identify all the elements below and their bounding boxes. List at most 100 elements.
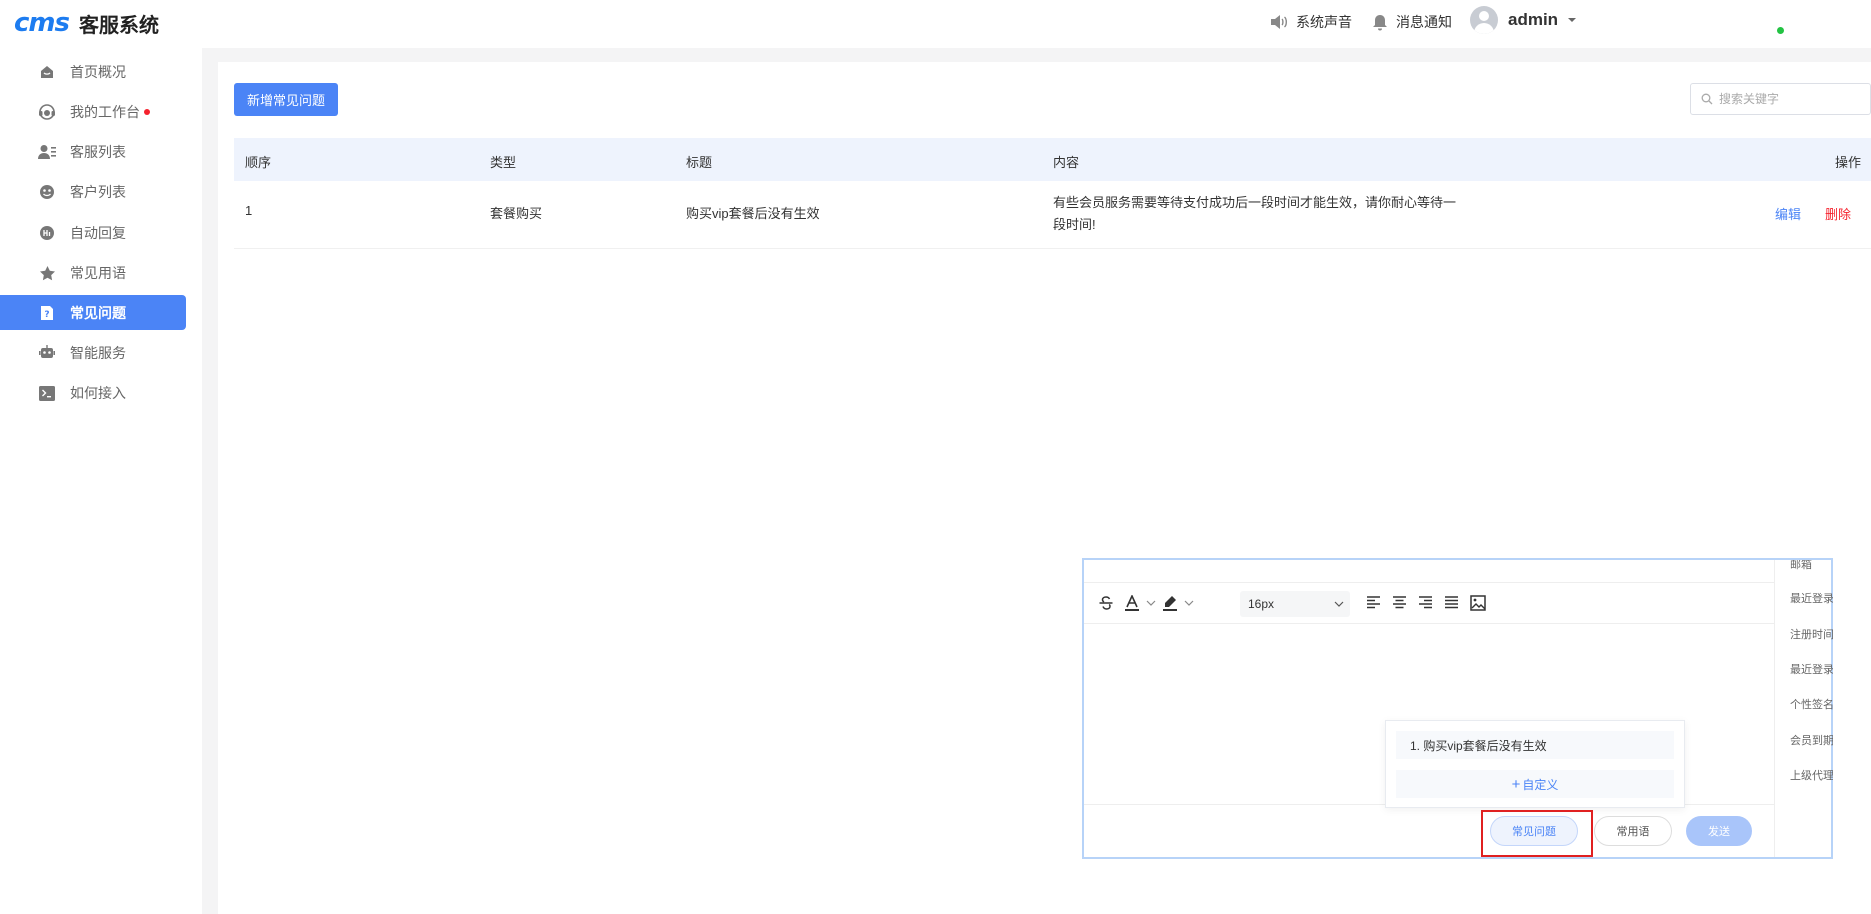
align-right-icon: [1419, 596, 1432, 609]
search-icon: [1701, 93, 1713, 105]
sidebar-item-label: 首页概况: [70, 64, 126, 80]
strikethrough-button[interactable]: [1098, 595, 1114, 611]
sidebar-item-common-phrases[interactable]: 常见用语: [0, 252, 186, 294]
chevron-down-icon: [1146, 600, 1156, 606]
info-label: 最近登录: [1790, 593, 1833, 605]
svg-text:?: ?: [44, 310, 49, 320]
top-header: cms 客服系统 系统声音 消息通知 admin: [0, 0, 1871, 48]
highlight-annotation: [1481, 810, 1593, 857]
cell-content: 有些会员服务需要等待支付成功后一段时间才能生效，请你耐心等待一段时间!: [1053, 195, 1457, 232]
font-size-select[interactable]: 16px: [1240, 591, 1350, 617]
column-header-actions: 操作: [1835, 155, 1862, 170]
sidebar-item-agent-list[interactable]: 客服列表: [0, 131, 186, 173]
align-center-button[interactable]: [1392, 595, 1407, 609]
sidebar-item-workbench[interactable]: 我的工作台: [0, 91, 186, 133]
question-icon: ?: [38, 304, 56, 322]
table-row: 1 套餐购买 购买vip套餐后没有生效 有些会员服务需要等待支付成功后一段时间才…: [234, 181, 1871, 249]
cell-type: 套餐购买: [490, 206, 543, 221]
add-faq-button[interactable]: 新增常见问题: [234, 83, 338, 116]
info-label: 会员到期: [1790, 735, 1833, 747]
search-box[interactable]: [1690, 83, 1871, 115]
insert-image-button[interactable]: [1470, 595, 1486, 611]
info-label: 上级代理: [1790, 770, 1833, 782]
chat-editor-panel: 16px 邮箱 最近登录 注册时间 最近登录 个性签名 会员到期 上级代理 常见…: [1082, 558, 1833, 859]
sidebar-item-how-to-integrate[interactable]: 如何接入: [0, 372, 186, 414]
font-color-icon: [1125, 595, 1139, 611]
highlight-color-button[interactable]: [1162, 595, 1194, 611]
sidebar-item-home[interactable]: 首页概况: [0, 51, 186, 93]
delete-link[interactable]: 删除: [1825, 204, 1851, 223]
user-name: admin: [1508, 10, 1559, 29]
sidebar-item-smart-service[interactable]: 智能服务: [0, 332, 186, 374]
notification-label: 消息通知: [1396, 14, 1452, 30]
notification-button[interactable]: 消息通知: [1372, 12, 1452, 32]
star-icon: [38, 264, 56, 282]
customer-icon: [38, 183, 56, 201]
sidebar-item-label: 客户列表: [70, 184, 126, 200]
column-header-order: 顺序: [245, 155, 272, 170]
sidebar-item-auto-reply[interactable]: 自动回复: [0, 212, 186, 254]
system-sound-label: 系统声音: [1296, 14, 1352, 30]
app-title: 客服系统: [78, 14, 159, 37]
terminal-icon: [38, 384, 56, 402]
table-header: 顺序 类型 标题 内容 操作: [234, 138, 1871, 181]
align-left-button[interactable]: [1366, 595, 1381, 609]
chevron-down-icon: [1334, 601, 1344, 607]
sidebar-item-label: 常见问题: [70, 304, 126, 321]
info-label: 个性签名: [1790, 699, 1833, 711]
info-label: 最近登录: [1790, 664, 1833, 676]
sidebar-item-label: 智能服务: [70, 345, 126, 361]
font-color-button[interactable]: [1124, 595, 1156, 611]
sidebar-item-label: 自动回复: [70, 225, 126, 241]
logo-mark: cms: [14, 8, 70, 38]
chevron-down-icon: [1568, 18, 1577, 22]
highlighter-icon: [1163, 596, 1177, 611]
user-menu[interactable]: admin: [1470, 6, 1578, 34]
align-left-icon: [1367, 596, 1380, 609]
avatar: [1470, 6, 1498, 34]
info-label: 邮箱: [1790, 560, 1812, 571]
sidebar-item-label: 我的工作台: [70, 104, 140, 120]
robot-icon: [38, 344, 56, 362]
align-right-button[interactable]: [1418, 595, 1433, 609]
sidebar-item-customer-list[interactable]: 客户列表: [0, 171, 186, 213]
send-button[interactable]: 发送: [1686, 816, 1752, 846]
cell-title: 购买vip套餐后没有生效: [686, 206, 820, 221]
cell-order: 1: [245, 203, 253, 218]
unread-badge: [144, 109, 150, 115]
plus-icon: +: [1511, 775, 1521, 793]
sidebar: 首页概况 我的工作台 客服列表 客户列表 自动回复 常见用语 ? 常见问题 智能…: [0, 48, 202, 914]
info-label: 注册时间: [1790, 629, 1833, 641]
editor-footer: 常见问题 常用语 发送: [1084, 804, 1774, 857]
add-custom-faq-button[interactable]: + 自定义: [1396, 770, 1674, 798]
sidebar-item-label: 常见用语: [70, 265, 126, 281]
home-icon: [38, 63, 56, 81]
customer-info-column: 邮箱 最近登录 注册时间 最近登录 个性签名 会员到期 上级代理: [1774, 560, 1833, 857]
column-header-type: 类型: [490, 155, 517, 170]
speaker-icon: [1271, 15, 1287, 29]
brand-logo[interactable]: cms 客服系统: [14, 8, 159, 38]
search-input[interactable]: [1719, 92, 1859, 106]
font-size-value: 16px: [1248, 597, 1275, 611]
image-icon: [1470, 595, 1486, 611]
sidebar-item-label: 客服列表: [70, 144, 126, 160]
chevron-down-icon: [1184, 600, 1194, 606]
column-header-content: 内容: [1053, 155, 1080, 170]
column-header-title: 标题: [686, 155, 713, 170]
edit-link[interactable]: 编辑: [1775, 204, 1801, 223]
align-center-icon: [1393, 596, 1406, 609]
justify-button[interactable]: [1444, 595, 1459, 609]
auto-reply-icon: [38, 224, 56, 242]
sidebar-item-faq[interactable]: ? 常见问题: [0, 295, 186, 330]
agent-list-icon: [38, 143, 56, 161]
custom-label: 自定义: [1522, 777, 1559, 792]
sidebar-item-label: 如何接入: [70, 385, 126, 401]
faq-option[interactable]: 1. 购买vip套餐后没有生效: [1396, 731, 1674, 759]
common-phrases-button[interactable]: 常用语: [1594, 816, 1672, 846]
bell-icon: [1373, 14, 1387, 30]
system-sound-toggle[interactable]: 系统声音: [1270, 12, 1352, 32]
editor-toolbar: 16px: [1084, 582, 1774, 624]
justify-icon: [1445, 596, 1458, 609]
online-status-dot: [1776, 26, 1785, 35]
strikethrough-icon: [1099, 596, 1113, 610]
